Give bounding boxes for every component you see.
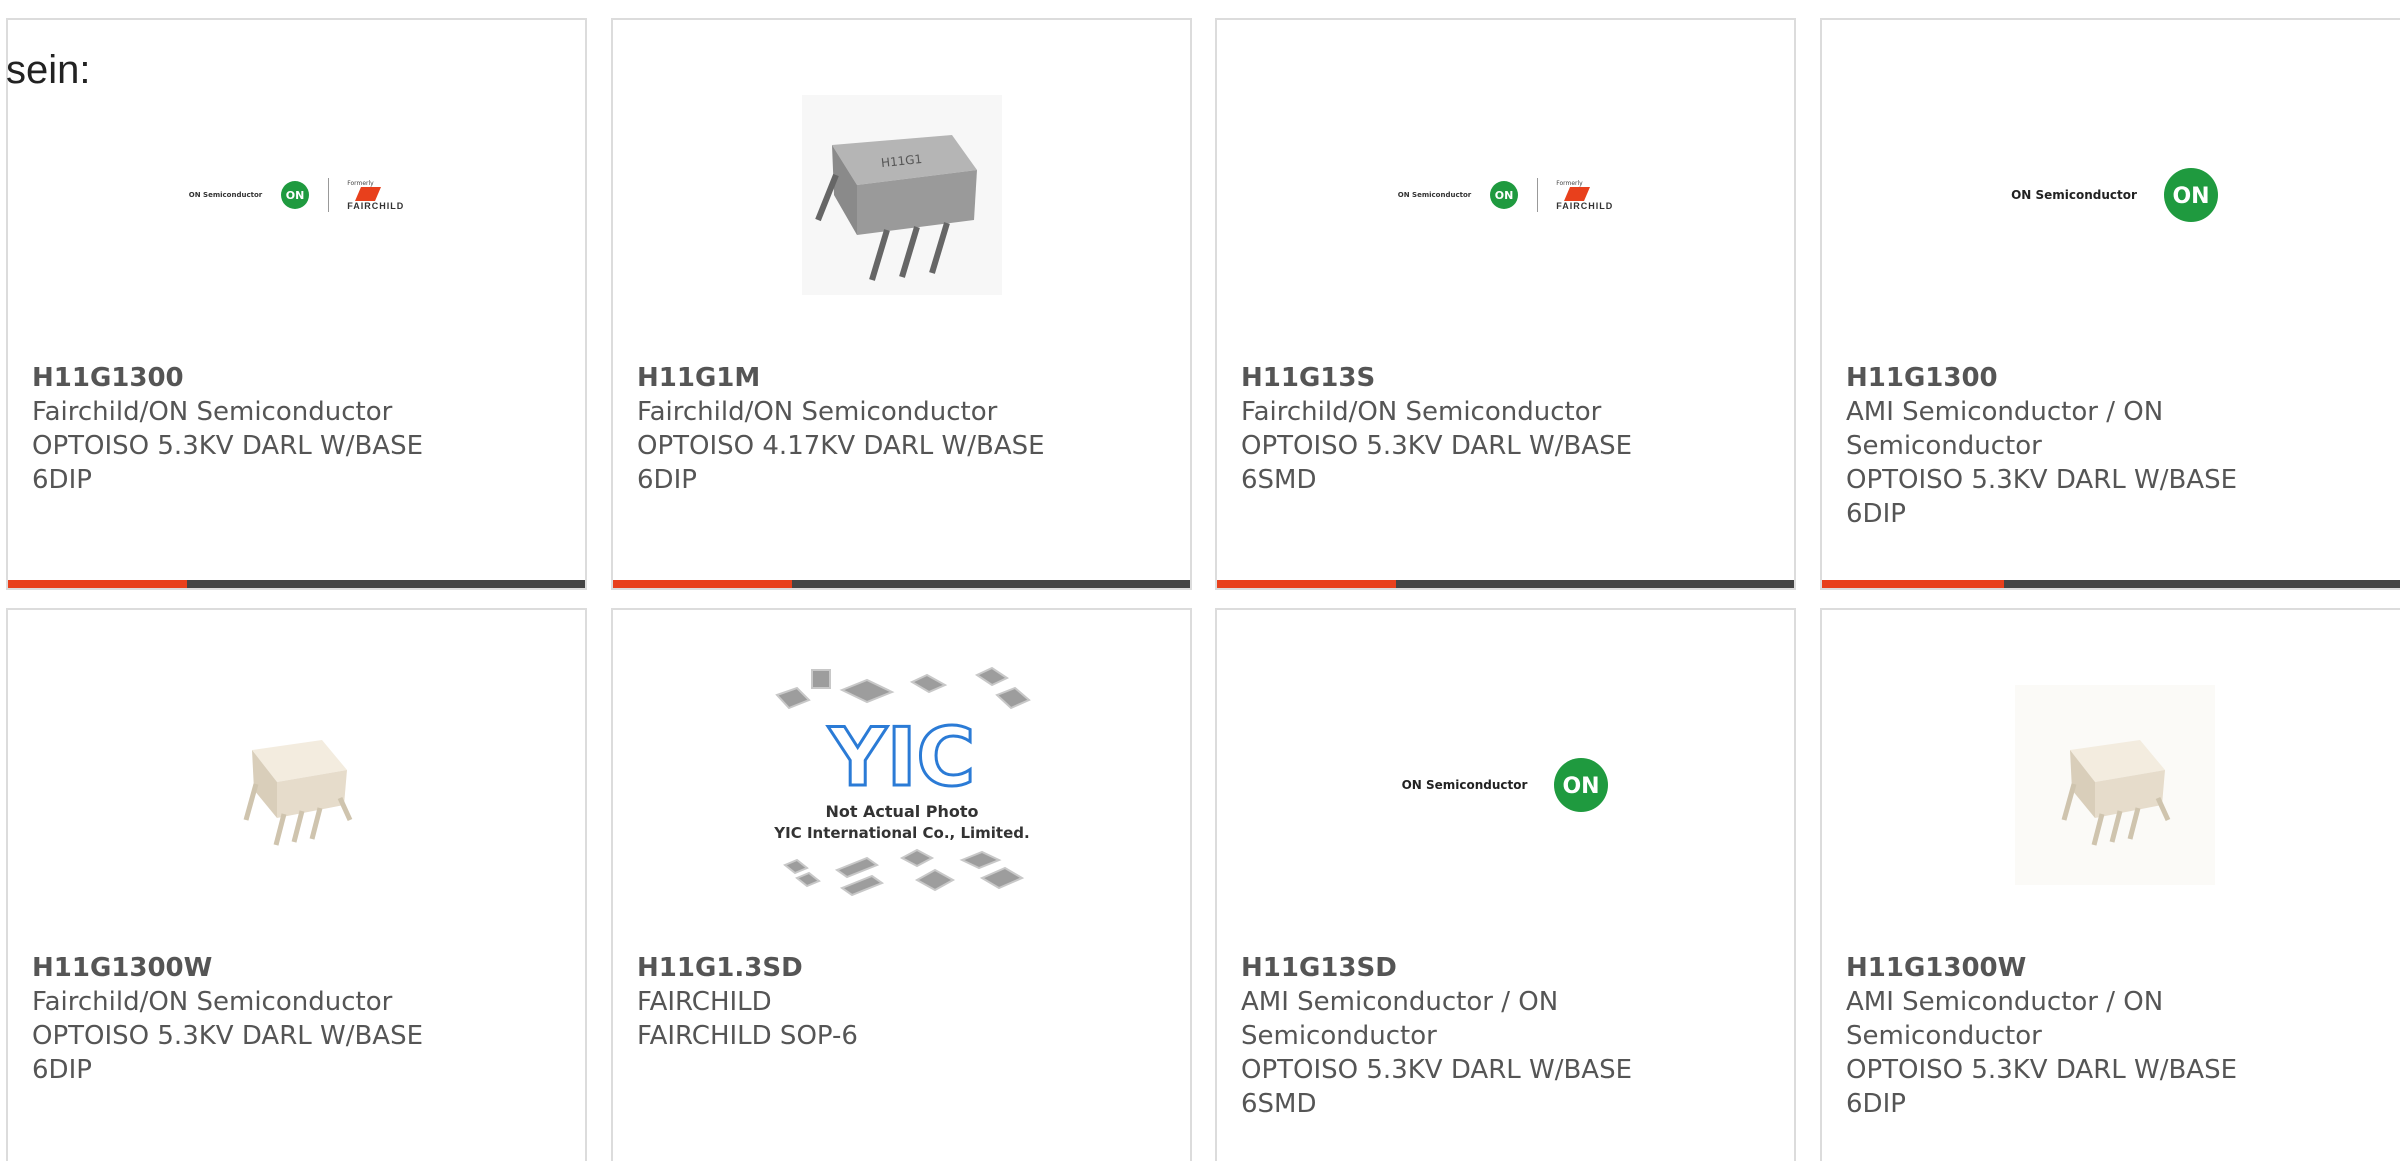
progress-bar <box>613 580 1190 588</box>
svg-text:ON: ON <box>1563 774 1600 799</box>
on-logo-icon: ON <box>1490 181 1519 209</box>
package: 6DIP <box>32 465 92 495</box>
description: OPTOISO 5.3KV DARL W/BASE <box>1241 431 1633 461</box>
fairchild-mark-icon <box>355 186 382 201</box>
product-card[interactable]: ON Semiconductor ON H11G1300 AMI Semicon… <box>1820 18 2400 590</box>
progress-bar <box>1822 580 2400 588</box>
product-card[interactable]: H11G1300W AMI Semiconductor / ON Semicon… <box>1820 608 2400 1161</box>
product-image: H11G1 <box>613 50 1190 340</box>
intro-text: sein: <box>6 48 91 92</box>
on-fairchild-logo: ON Semiconductor ON Formerly FAIRCHILD <box>1398 178 1613 212</box>
svg-text:Not Actual Photo: Not Actual Photo <box>825 802 978 821</box>
svg-text:YIC International Co., Limited: YIC International Co., Limited. <box>773 824 1029 842</box>
product-info: H11G1300W Fairchild/ON Semiconductor OPT… <box>32 951 561 1087</box>
part-number: H11G13S <box>1241 363 1376 393</box>
product-card[interactable]: H11G1 H11G1M Fairchild/ON Semiconductor … <box>611 18 1192 590</box>
product-card[interactable]: ON Semiconductor ON Formerly FAIRCHILD H… <box>1215 18 1796 590</box>
dip-chip-icon: H11G1 <box>801 95 1002 295</box>
product-image: ON Semiconductor ON Formerly FAIRCHILD <box>8 50 585 340</box>
progress-fill <box>8 580 187 588</box>
product-image: ON Semiconductor ON Formerly FAIRCHILD <box>1217 50 1794 340</box>
fairchild-logo: Formerly FAIRCHILD <box>1556 179 1614 211</box>
manufacturer-continued: Semiconductor <box>1846 431 2042 461</box>
package: 6DIP <box>32 1055 92 1085</box>
white-dip-chip-icon <box>243 740 352 846</box>
progress-bar <box>8 580 585 588</box>
package: 6DIP <box>1846 499 1906 529</box>
product-info: H11G1300 Fairchild/ON Semiconductor OPTO… <box>32 361 561 497</box>
on-logo-icon: ON <box>2163 168 2218 222</box>
part-number: H11G1300W <box>32 953 213 983</box>
svg-text:ON: ON <box>2172 184 2209 209</box>
progress-fill <box>613 580 792 588</box>
description: OPTOISO 5.3KV DARL W/BASE <box>32 1021 424 1051</box>
product-card[interactable]: H11G1300W Fairchild/ON Semiconductor OPT… <box>6 608 587 1161</box>
manufacturer: Fairchild/ON Semiconductor <box>1241 397 1602 427</box>
description: FAIRCHILD SOP-6 <box>637 1021 858 1051</box>
package: 6DIP <box>637 465 697 495</box>
description: OPTOISO 5.3KV DARL W/BASE <box>1846 1055 2238 1085</box>
product-info: H11G1300W AMI Semiconductor / ON Semicon… <box>1846 951 2384 1121</box>
product-info: H11G1300 AMI Semiconductor / ON Semicond… <box>1846 361 2384 531</box>
package: 6SMD <box>1241 465 1317 495</box>
svg-text:ON: ON <box>1495 189 1514 202</box>
product-image: ON Semiconductor ON <box>1822 50 2400 340</box>
product-card[interactable]: ON Semiconductor ON H11G13SD AMI Semicon… <box>1215 608 1796 1161</box>
on-semiconductor-wordmark: ON Semiconductor <box>2011 188 2137 202</box>
on-logo-icon: ON <box>281 181 310 209</box>
product-image <box>1822 640 2400 930</box>
manufacturer: AMI Semiconductor / ON <box>1241 987 1559 1017</box>
on-semiconductor-wordmark: ON Semiconductor <box>188 191 263 199</box>
product-info: H11G13SD AMI Semiconductor / ON Semicond… <box>1241 951 1770 1121</box>
manufacturer-continued: Semiconductor <box>1241 1021 1437 1051</box>
product-image <box>8 640 585 930</box>
on-logo-icon: ON <box>1554 758 1609 812</box>
part-number: H11G1300W <box>1846 953 2027 983</box>
on-semiconductor-logo: ON Semiconductor ON <box>1402 757 1610 813</box>
manufacturer: Fairchild/ON Semiconductor <box>32 397 393 427</box>
part-number: H11G1300 <box>1846 363 1998 393</box>
package: 6DIP <box>1846 1089 1906 1119</box>
description: OPTOISO 5.3KV DARL W/BASE <box>1846 465 2238 495</box>
manufacturer: AMI Semiconductor / ON <box>1846 987 2164 1017</box>
product-info: H11G13S Fairchild/ON Semiconductor OPTOI… <box>1241 361 1770 497</box>
white-dip-chip-icon <box>2015 685 2215 885</box>
logo-divider <box>328 178 330 212</box>
on-semiconductor-wordmark: ON Semiconductor <box>1397 191 1472 199</box>
fairchild-logo: Formerly FAIRCHILD <box>347 179 405 211</box>
svg-text:ON: ON <box>286 189 305 202</box>
product-info: H11G1.3SD FAIRCHILD FAIRCHILD SOP-6 <box>637 951 1166 1053</box>
description: OPTOISO 4.17KV DARL W/BASE <box>637 431 1045 461</box>
manufacturer: Fairchild/ON Semiconductor <box>637 397 998 427</box>
on-semiconductor-wordmark: ON Semiconductor <box>1401 778 1528 792</box>
fairchild-mark-icon <box>1564 186 1591 201</box>
on-semiconductor-logo: ON Semiconductor ON <box>2011 167 2219 223</box>
product-image: YIC Not Actual Photo YIC International C… <box>613 640 1190 930</box>
part-number: H11G1.3SD <box>637 953 803 983</box>
manufacturer: AMI Semiconductor / ON <box>1846 397 2164 427</box>
progress-fill <box>1822 580 2004 588</box>
product-card[interactable]: YIC Not Actual Photo YIC International C… <box>611 608 1192 1161</box>
yic-placeholder-image: YIC Not Actual Photo YIC International C… <box>773 666 1031 897</box>
product-card[interactable]: ON Semiconductor ON Formerly FAIRCHILD H… <box>6 18 587 590</box>
logo-divider <box>1537 178 1539 212</box>
description: OPTOISO 5.3KV DARL W/BASE <box>1241 1055 1633 1085</box>
manufacturer: FAIRCHILD <box>637 987 772 1017</box>
description: OPTOISO 5.3KV DARL W/BASE <box>32 431 424 461</box>
product-image: ON Semiconductor ON <box>1217 640 1794 930</box>
progress-fill <box>1217 580 1396 588</box>
svg-text:YIC: YIC <box>827 711 974 804</box>
progress-bar <box>1217 580 1794 588</box>
on-fairchild-logo: ON Semiconductor ON Formerly FAIRCHILD <box>189 178 404 212</box>
part-number: H11G1M <box>637 363 761 393</box>
manufacturer: Fairchild/ON Semiconductor <box>32 987 393 1017</box>
package: 6SMD <box>1241 1089 1317 1119</box>
product-info: H11G1M Fairchild/ON Semiconductor OPTOIS… <box>637 361 1166 497</box>
part-number: H11G13SD <box>1241 953 1397 983</box>
part-number: H11G1300 <box>32 363 184 393</box>
manufacturer-continued: Semiconductor <box>1846 1021 2042 1051</box>
